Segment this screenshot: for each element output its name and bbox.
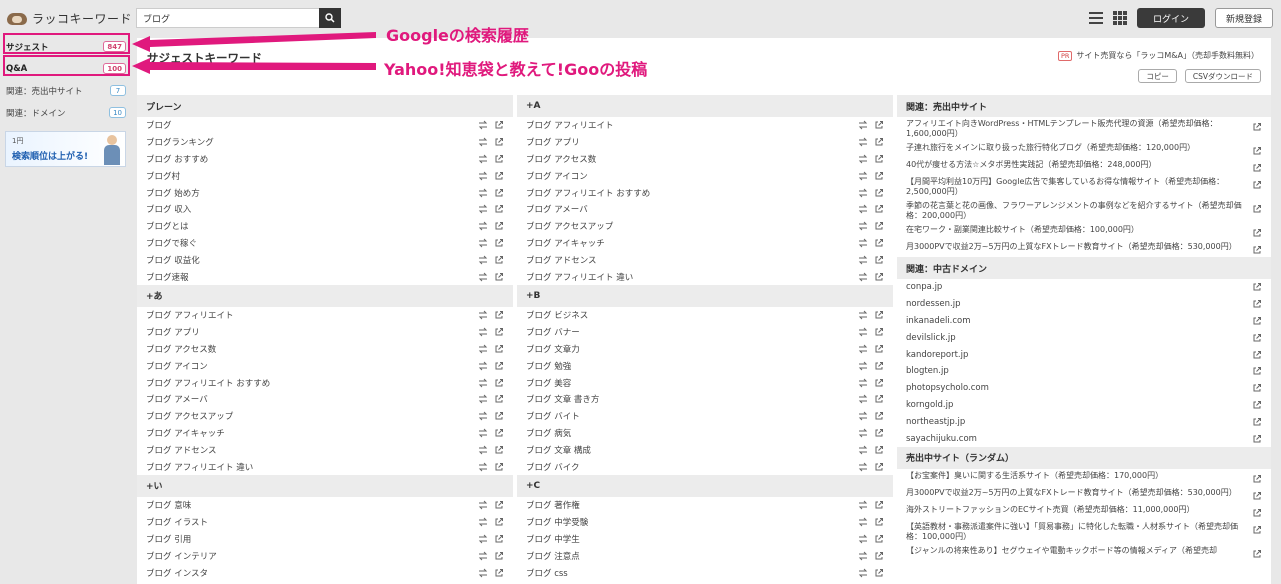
annotation-yahoo: Yahoo!知恵袋と教えて!Gooの投稿: [384, 60, 648, 79]
annotation-google: Googleの検索履歴: [386, 26, 529, 45]
annotation-arrows: [132, 32, 376, 74]
